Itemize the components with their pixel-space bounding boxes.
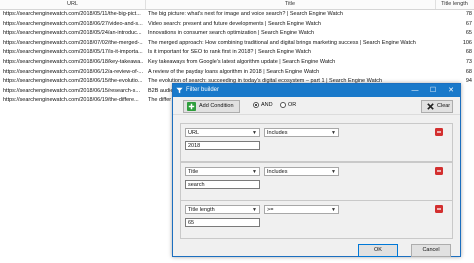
chevron-down-icon: ▼ [252, 169, 257, 175]
cell-title: A review of the payday loans algorithm i… [148, 68, 320, 75]
field-select[interactable]: Title ▼ [185, 167, 260, 176]
add-condition-label: Add Condition [199, 103, 234, 109]
table-row[interactable]: https://searchenginewatch.com/2018/06/18… [0, 58, 474, 68]
cell-url: https://searchenginewatch.com/2018/06/18… [3, 58, 143, 65]
and-radio[interactable] [253, 102, 259, 108]
table-row[interactable]: https://searchenginewatch.com/2018/06/12… [0, 68, 474, 78]
chevron-down-icon: ▼ [252, 130, 257, 136]
condition-row: Title ▼ Includes ▼ search [180, 162, 453, 201]
delete-condition-icon[interactable] [435, 167, 443, 175]
minimize-icon[interactable]: — [406, 84, 424, 97]
cell-url: https://searchenginewatch.com/2018/06/12… [3, 68, 143, 75]
value-input[interactable]: search [185, 180, 260, 189]
condition-row: URL ▼ Includes ▼ 2018 [180, 123, 453, 162]
cell-url: https://searchenginewatch.com/2018/06/27… [3, 20, 143, 27]
cell-url: https://searchenginewatch.com/2018/07/02… [3, 39, 143, 46]
operator-select[interactable]: Includes ▼ [264, 128, 339, 137]
field-select[interactable]: Title length ▼ [185, 205, 260, 214]
cancel-button[interactable]: Cancel [411, 244, 451, 257]
cell-url: https://searchenginewatch.com/2018/05/24… [3, 30, 142, 37]
cell-title: Innovations in consumer search optimizat… [148, 30, 315, 37]
delete-condition-icon[interactable] [435, 205, 443, 213]
cell-title: Key takeaways from Google's latest algor… [148, 58, 336, 65]
table-row[interactable]: https://searchenginewatch.com/2018/05/17… [0, 48, 474, 58]
table-row[interactable]: https://searchenginewatch.com/2018/05/24… [0, 29, 474, 39]
table-header: URL Title Title length [0, 0, 474, 10]
add-condition-button[interactable]: Add Condition [183, 100, 240, 113]
cell-title-length: 68 [465, 49, 472, 56]
cell-url: https://searchenginewatch.com/2018/05/11… [3, 11, 141, 17]
field-select-value: URL [188, 130, 200, 136]
close-icon[interactable]: ✕ [442, 84, 460, 97]
field-select-value: Title length [188, 207, 215, 213]
value-input[interactable]: 65 [185, 218, 260, 227]
cell-title-length: 106 [462, 39, 472, 46]
table-row[interactable]: https://searchenginewatch.com/2018/07/02… [0, 39, 474, 49]
cell-title-length: 68 [465, 68, 472, 75]
field-select-value: Title [188, 169, 199, 175]
cell-title-length: 67 [465, 20, 472, 27]
cell-title: The merged approach: How combining tradi… [148, 39, 416, 46]
operator-select[interactable]: Includes ▼ [264, 167, 339, 176]
operator-select-value: Includes [267, 130, 288, 136]
plus-icon [187, 102, 196, 111]
cell-url: https://searchenginewatch.com/2018/06/15… [3, 87, 140, 94]
column-header-title-length[interactable]: Title length [435, 0, 474, 9]
dialog-title: Filter builder [186, 87, 220, 93]
cell-title-length: 65 [465, 30, 472, 37]
or-label[interactable]: OR [288, 101, 296, 109]
cell-title: Is it important for SEO to rank first in… [148, 49, 311, 56]
chevron-down-icon: ▼ [331, 130, 336, 136]
cell-title-length: 78 [465, 11, 472, 17]
chevron-down-icon: ▼ [331, 169, 336, 175]
ok-button[interactable]: OK [358, 244, 398, 257]
cell-url: https://searchenginewatch.com/2018/06/15… [3, 78, 143, 85]
clear-x-icon [427, 103, 434, 110]
maximize-icon[interactable]: ☐ [424, 84, 442, 97]
cell-title-length: 73 [465, 58, 472, 65]
column-header-url[interactable]: URL [0, 0, 146, 9]
field-select[interactable]: URL ▼ [185, 128, 260, 137]
clear-button[interactable]: Clear [421, 100, 453, 113]
and-label[interactable]: AND [261, 101, 273, 109]
clear-label: Clear [437, 103, 451, 109]
chevron-down-icon: ▼ [331, 207, 336, 213]
filter-builder-dialog: Filter builder — ☐ ✕ Add Condition AND O… [172, 83, 461, 257]
dialog-titlebar[interactable]: Filter builder — ☐ ✕ [173, 84, 460, 97]
cell-url: https://searchenginewatch.com/2018/05/17… [3, 49, 143, 56]
or-radio[interactable] [280, 102, 286, 108]
table-row[interactable]: https://searchenginewatch.com/2018/05/11… [0, 10, 474, 20]
value-input[interactable]: 2018 [185, 141, 260, 150]
operator-select-value: Includes [267, 169, 288, 175]
cell-title: The big picture: what's next for image a… [148, 11, 343, 17]
operator-select[interactable]: >= ▼ [264, 205, 339, 214]
column-header-title[interactable]: Title [145, 0, 436, 9]
delete-condition-icon[interactable] [435, 128, 443, 136]
chevron-down-icon: ▼ [252, 207, 257, 213]
table-row[interactable]: https://searchenginewatch.com/2018/06/27… [0, 20, 474, 30]
cell-url: https://searchenginewatch.com/2018/06/19… [3, 97, 139, 104]
cell-title: Video search: present and future develop… [148, 20, 321, 27]
operator-select-value: >= [267, 207, 274, 213]
filter-icon [176, 87, 183, 94]
filter-toolbar: Add Condition AND OR Clear [173, 98, 460, 115]
condition-row: Title length ▼ >= ▼ 65 [180, 200, 453, 239]
